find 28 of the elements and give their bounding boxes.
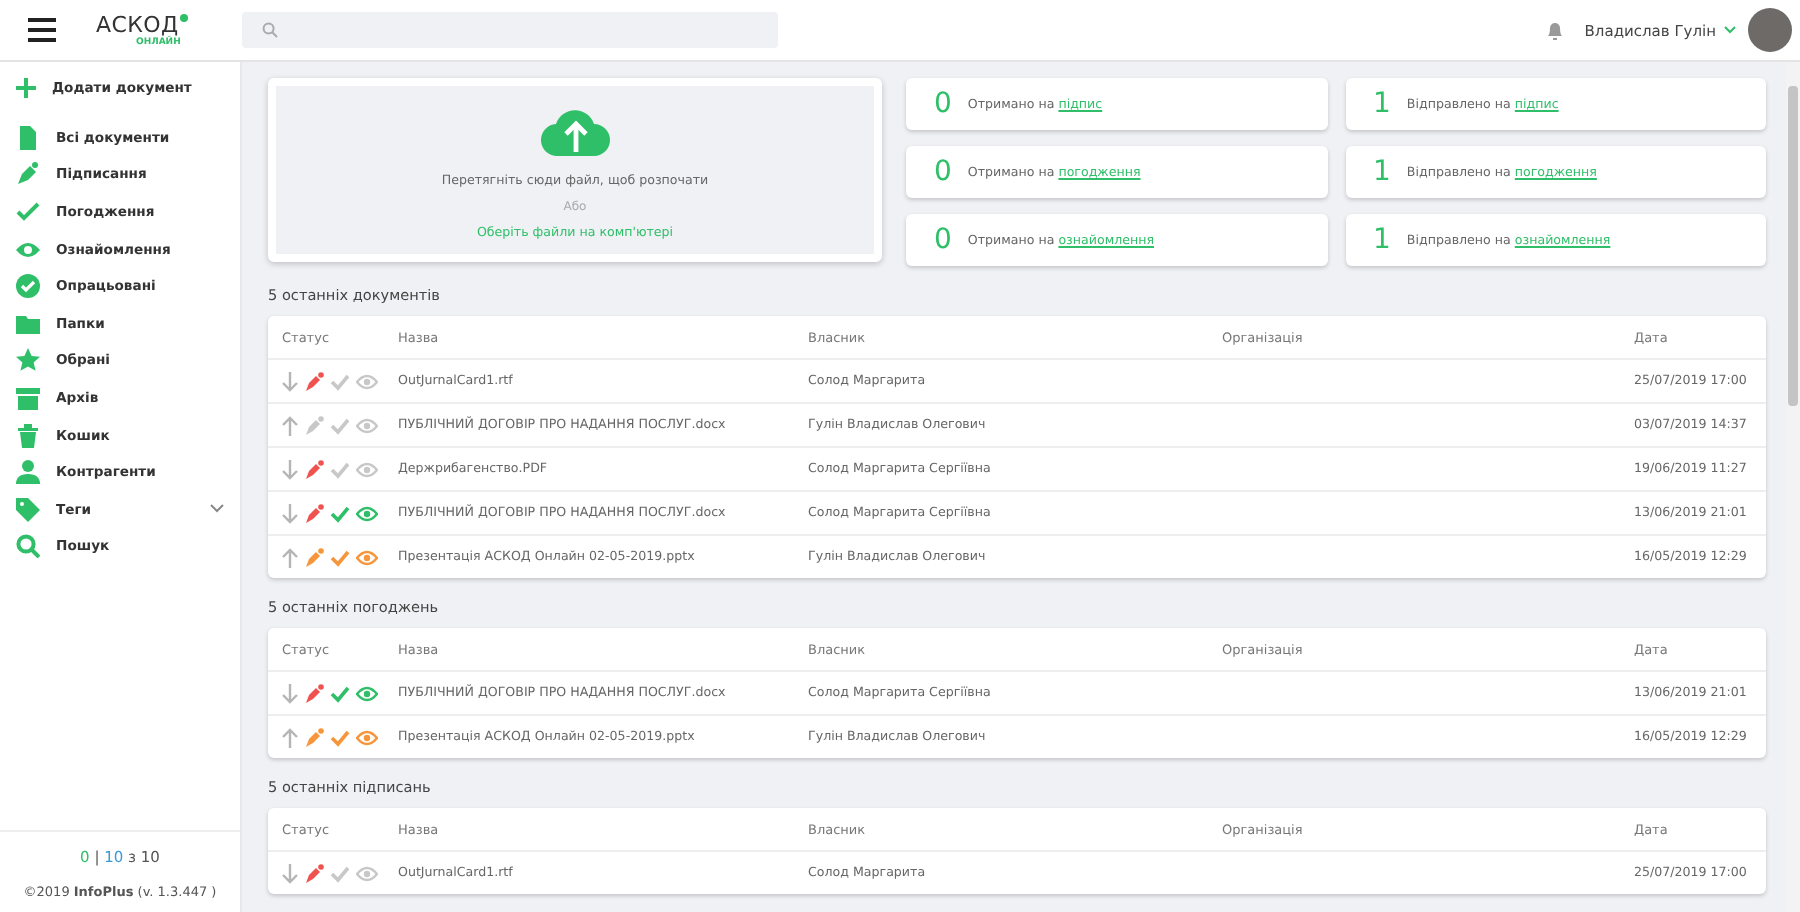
pen-icon xyxy=(16,162,40,187)
cloud-upload-icon xyxy=(539,104,611,156)
check-circle-icon xyxy=(16,274,40,299)
document-icon xyxy=(16,125,40,150)
check-icon xyxy=(16,200,40,225)
stat-count: 0 xyxy=(934,88,952,120)
stat-count: 1 xyxy=(1373,88,1391,120)
avatar xyxy=(1748,8,1792,52)
search-icon xyxy=(16,534,40,559)
bell-icon xyxy=(1546,20,1565,40)
folder-icon xyxy=(16,311,40,336)
menu-icon xyxy=(28,18,56,42)
dot-icon xyxy=(180,13,189,21)
archive-box-icon xyxy=(16,386,40,411)
star-icon xyxy=(16,348,40,373)
stat-count: 0 xyxy=(934,156,952,188)
stat-count: 1 xyxy=(1373,156,1391,188)
tag-icon xyxy=(16,497,40,522)
eye-icon xyxy=(16,237,40,262)
plus-icon xyxy=(16,78,36,99)
stat-count: 1 xyxy=(1373,224,1391,256)
chevron-down-icon xyxy=(1724,26,1736,34)
search-field[interactable] xyxy=(242,12,778,48)
trash-icon xyxy=(16,423,40,448)
logo-text: АСКОД xyxy=(96,13,179,37)
search-icon xyxy=(262,22,278,38)
person-icon xyxy=(16,460,40,485)
stat-count: 0 xyxy=(934,224,952,256)
